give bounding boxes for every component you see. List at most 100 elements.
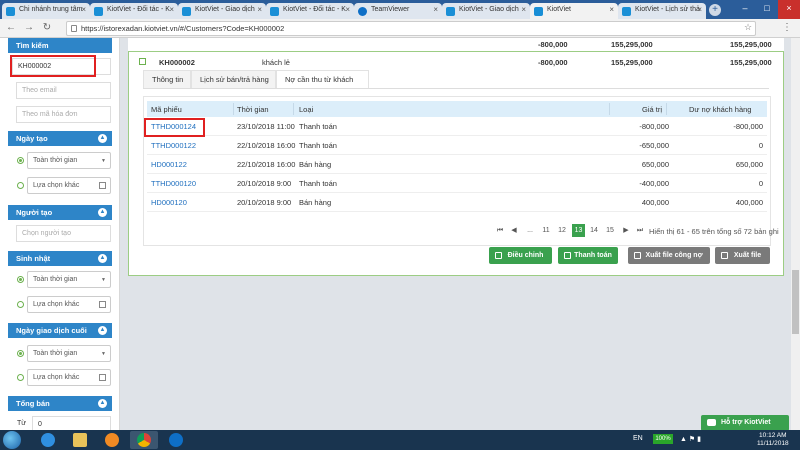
birthday-section-header[interactable]: Sinh nhật ▲ xyxy=(8,251,112,266)
tab-sales-history[interactable]: Lịch sử bán/trả hàng xyxy=(191,70,276,88)
voucher-code-link[interactable]: TTHD000120 xyxy=(151,179,196,188)
created-all-time-radio[interactable] xyxy=(17,157,24,164)
forward-icon[interactable]: → xyxy=(22,21,36,35)
close-window-icon[interactable]: × xyxy=(778,0,800,19)
table-row[interactable]: HD000122 22/10/2018 16:00 Bán hàng 650,0… xyxy=(147,155,767,174)
close-icon[interactable]: × xyxy=(521,5,526,14)
row-value: -650,000 xyxy=(639,141,669,150)
media-player-icon[interactable] xyxy=(98,431,126,449)
menu-icon[interactable]: ⋮ xyxy=(780,21,794,35)
birthday-custom-date-picker[interactable]: Lựa chọn khác xyxy=(27,296,111,313)
created-all-time-select[interactable]: Toàn thời gian ▼ xyxy=(27,152,111,169)
payment-button[interactable]: Thanh toán xyxy=(558,247,618,264)
close-icon[interactable]: × xyxy=(257,5,262,14)
minimize-icon[interactable]: – xyxy=(734,0,756,19)
new-tab-button[interactable]: + xyxy=(709,4,721,16)
browser-tab[interactable]: KiotViet - Giao dịch × xyxy=(178,3,266,19)
created-custom-radio[interactable] xyxy=(17,182,24,189)
browser-tab[interactable]: KiotViet - Giao dịch × xyxy=(442,3,530,19)
next-page-button[interactable]: ▶ xyxy=(620,224,632,237)
table-row[interactable]: TTHD000120 20/10/2018 9:00 Thanh toán -4… xyxy=(147,174,767,193)
voucher-code-link[interactable]: HD000122 xyxy=(151,160,187,169)
tab-divider xyxy=(143,88,769,89)
creator-section-header[interactable]: Người tạo ▲ xyxy=(8,205,112,220)
browser-tab-active[interactable]: KiotViet × xyxy=(530,3,618,19)
browser-tab[interactable]: Chi nhánh trung tâm × xyxy=(2,3,90,19)
teamviewer-taskbar-icon[interactable] xyxy=(162,431,190,449)
address-bar: ← → ↻ https://istorexadan.kiotviet.vn/#/… xyxy=(0,19,800,38)
export-button[interactable]: Xuất file xyxy=(715,247,770,264)
table-row[interactable]: TTHD000122 22/10/2018 16:00 Thanh toán -… xyxy=(147,136,767,155)
debt-table-container: Mã phiếu Thời gian Loại Giá trị Dư nợ kh… xyxy=(143,96,779,246)
first-page-button[interactable]: ⏮ xyxy=(494,224,506,237)
total-sales-section-header[interactable]: Tổng bán ▲ xyxy=(8,396,112,411)
support-chat-button[interactable]: Hỗ trợ KiotViet xyxy=(701,415,789,431)
row-balance: 650,000 xyxy=(735,160,763,169)
last-page-button[interactable]: ⏭ xyxy=(634,224,646,237)
windows-start-icon[interactable] xyxy=(3,431,21,449)
page-button[interactable]: 14 xyxy=(588,224,600,237)
scrollbar-thumb[interactable] xyxy=(792,270,799,334)
last-transaction-custom-radio[interactable] xyxy=(17,374,24,381)
browser-tab[interactable]: KiotViet - Lịch sử thả × xyxy=(618,3,706,19)
reload-icon[interactable]: ↻ xyxy=(40,21,54,35)
total-sales-from-input[interactable]: 0 xyxy=(32,416,111,430)
close-icon[interactable]: × xyxy=(81,5,86,14)
table-row[interactable]: TTHD000124 23/10/2018 11:00 Thanh toán -… xyxy=(147,117,767,136)
calendar-icon xyxy=(99,182,106,189)
highlight-box xyxy=(10,55,96,77)
clock[interactable]: 10:12 AM 11/11/2018 xyxy=(757,432,789,448)
language-indicator[interactable]: EN xyxy=(633,435,643,442)
table-row[interactable]: HD000120 20/10/2018 9:00 Bán hàng 400,00… xyxy=(147,193,767,212)
last-transaction-all-time-select[interactable]: Toàn thời gian ▼ xyxy=(27,345,111,362)
last-transaction-all-time-radio[interactable] xyxy=(17,350,24,357)
url-input[interactable]: https://istorexadan.kiotviet.vn/#/Custom… xyxy=(66,21,756,36)
page-button[interactable]: 11 xyxy=(540,224,552,237)
summary-total-sales: 155,295,000 xyxy=(611,40,653,49)
file-explorer-icon[interactable] xyxy=(66,431,94,449)
email-search-input[interactable]: Theo email xyxy=(16,82,111,99)
back-icon[interactable]: ← xyxy=(4,21,18,35)
current-page-button[interactable]: 13 xyxy=(572,224,585,237)
creator-select-input[interactable]: Chọn người tạo xyxy=(16,225,111,242)
invoice-search-input[interactable]: Theo mã hóa đơn xyxy=(16,106,111,123)
column-divider xyxy=(666,103,667,115)
maximize-icon[interactable]: □ xyxy=(756,0,778,19)
close-icon[interactable]: × xyxy=(345,5,350,14)
browser-tab[interactable]: KiotViet - Đối tác - K × xyxy=(266,3,354,19)
export-debt-button[interactable]: Xuất file công nợ xyxy=(628,247,710,264)
close-icon[interactable]: × xyxy=(433,5,438,14)
last-transaction-section-header[interactable]: Ngày giao dịch cuối ▲ xyxy=(8,323,112,338)
voucher-code-link[interactable]: TTHD000122 xyxy=(151,141,196,150)
birthday-all-time-radio[interactable] xyxy=(17,276,24,283)
battery-indicator[interactable]: 100% xyxy=(653,434,673,444)
close-icon[interactable]: × xyxy=(169,5,174,14)
created-date-section-header[interactable]: Ngày tạo ▲ xyxy=(8,131,112,146)
prev-page-button[interactable]: ◀ xyxy=(508,224,520,237)
chevron-up-icon: ▲ xyxy=(98,208,107,217)
chrome-icon[interactable] xyxy=(130,431,158,449)
tray-icons[interactable]: ▲ ⚑ ▮ xyxy=(680,435,701,443)
column-divider xyxy=(293,103,294,115)
row-value: 400,000 xyxy=(641,198,669,207)
close-icon[interactable]: × xyxy=(609,5,614,14)
tab-receivable-debt[interactable]: Nợ cần thu từ khách xyxy=(276,70,369,88)
birthday-all-time-select[interactable]: Toàn thời gian ▼ xyxy=(27,271,111,288)
internet-explorer-icon[interactable] xyxy=(34,431,62,449)
bookmark-star-icon[interactable]: ☆ xyxy=(744,22,752,33)
birthday-custom-radio[interactable] xyxy=(17,301,24,308)
adjust-button[interactable]: Điều chỉnh xyxy=(489,247,552,264)
tab-info[interactable]: Thông tin xyxy=(143,70,191,88)
close-icon[interactable]: × xyxy=(697,5,702,14)
export-icon xyxy=(634,252,641,259)
voucher-code-link[interactable]: HD000120 xyxy=(151,198,187,207)
last-transaction-custom-date-picker[interactable]: Lựa chọn khác xyxy=(27,369,111,386)
created-custom-date-picker[interactable]: Lựa chọn khác xyxy=(27,177,111,194)
row-checkbox[interactable] xyxy=(139,58,146,65)
page-button[interactable]: 15 xyxy=(604,224,616,237)
browser-tab[interactable]: KiotViet - Đối tác - K × xyxy=(90,3,178,19)
page-button[interactable]: 12 xyxy=(556,224,568,237)
customer-row[interactable]: KH000002 khách lẻ -800,000 155,295,000 1… xyxy=(129,55,783,71)
browser-tab[interactable]: TeamViewer × xyxy=(354,3,442,19)
page-scrollbar[interactable] xyxy=(791,38,800,430)
